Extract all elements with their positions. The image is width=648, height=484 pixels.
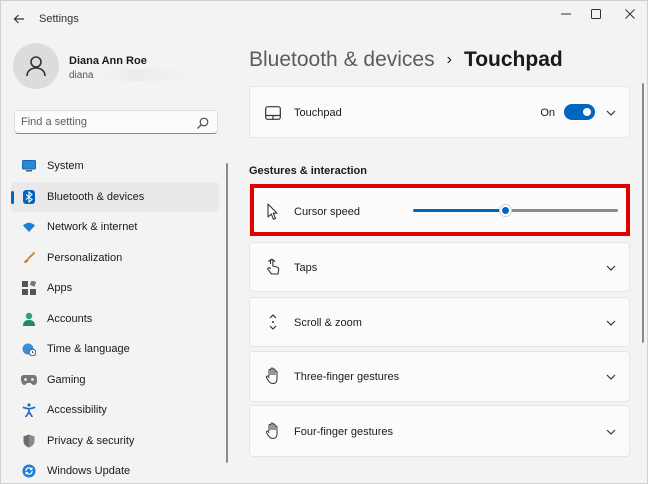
breadcrumb-separator: › bbox=[446, 51, 452, 68]
sidebar-item-label: Time & language bbox=[47, 343, 130, 356]
gamepad-icon bbox=[21, 372, 37, 388]
sidebar-item-label: Apps bbox=[47, 282, 73, 295]
monitor-icon bbox=[21, 158, 37, 174]
search-box[interactable] bbox=[14, 110, 218, 134]
back-button[interactable] bbox=[9, 10, 29, 28]
four-finger-gestures-card[interactable]: Four-finger gestures bbox=[249, 405, 630, 457]
update-icon bbox=[21, 463, 37, 479]
page-title: Touchpad bbox=[463, 48, 563, 71]
cursor-icon bbox=[264, 203, 282, 221]
sidebar-item-label: Personalization bbox=[47, 251, 123, 264]
globe-clock-icon bbox=[21, 341, 37, 357]
back-arrow-icon bbox=[13, 14, 24, 24]
chevron-down-icon[interactable] bbox=[605, 371, 617, 383]
wifi-icon bbox=[21, 219, 37, 235]
sidebar-item-label: Accessibility bbox=[47, 404, 107, 417]
sidebar-item-accounts[interactable]: Accounts bbox=[11, 304, 219, 335]
search-icon[interactable] bbox=[196, 116, 210, 130]
user-email: diana bbox=[69, 70, 94, 81]
sidebar-item-apps[interactable]: Apps bbox=[11, 273, 219, 304]
sidebar-item-label: Network & internet bbox=[47, 221, 138, 234]
sidebar-item-accessibility[interactable]: Accessibility bbox=[11, 395, 219, 426]
sidebar-item-label: Gaming bbox=[47, 373, 86, 386]
chevron-down-icon[interactable] bbox=[605, 426, 617, 438]
three-finger-gestures-card[interactable]: Three-finger gestures bbox=[249, 351, 630, 402]
person-icon bbox=[26, 56, 46, 77]
touchpad-icon bbox=[264, 104, 282, 122]
avatar bbox=[13, 43, 59, 89]
user-profile[interactable]: Diana Ann Roe diana bbox=[13, 43, 213, 93]
shield-icon bbox=[21, 433, 37, 449]
window-title: Settings bbox=[39, 13, 79, 25]
apps-icon bbox=[21, 280, 37, 296]
cursor-speed-label: Cursor speed bbox=[294, 206, 361, 218]
accessibility-icon bbox=[21, 402, 37, 418]
sidebar-item-label: Windows Update bbox=[47, 465, 131, 478]
minimize-button[interactable] bbox=[551, 5, 581, 23]
sidebar-item-windows-update[interactable]: Windows Update bbox=[11, 456, 219, 484]
scroll-zoom-label: Scroll & zoom bbox=[294, 317, 362, 329]
slider-thumb-center bbox=[502, 207, 509, 214]
sidebar-item-personalization[interactable]: Personalization bbox=[11, 243, 219, 274]
sidebar-item-label: System bbox=[47, 160, 84, 173]
toggle-state-text: On bbox=[540, 107, 555, 119]
sidebar-item-time-language[interactable]: Time & language bbox=[11, 334, 219, 365]
brush-icon bbox=[21, 250, 37, 266]
chevron-down-icon[interactable] bbox=[605, 107, 617, 119]
taps-label: Taps bbox=[294, 262, 318, 274]
sidebar-item-system[interactable]: System bbox=[11, 151, 219, 182]
sidebar-item-label: Accounts bbox=[47, 312, 93, 325]
tap-icon bbox=[264, 258, 282, 276]
sidebar-item-privacy-security[interactable]: Privacy & security bbox=[11, 426, 219, 457]
scroll-zoom-card[interactable]: Scroll & zoom bbox=[249, 297, 630, 347]
four-finger-gestures-label: Four-finger gestures bbox=[294, 426, 394, 438]
close-icon bbox=[625, 9, 635, 19]
hand-icon bbox=[264, 367, 282, 385]
cursor-speed-slider-track[interactable] bbox=[505, 209, 618, 212]
maximize-button[interactable] bbox=[581, 5, 611, 23]
touchpad-toggle[interactable] bbox=[564, 104, 595, 120]
bluetooth-icon bbox=[21, 189, 37, 205]
title-bar: Settings bbox=[1, 1, 647, 37]
section-title: Gestures & interaction bbox=[249, 165, 367, 177]
sidebar-item-label: Privacy & security bbox=[47, 434, 135, 447]
sidebar-item-gaming[interactable]: Gaming bbox=[11, 365, 219, 396]
chevron-down-icon[interactable] bbox=[605, 262, 617, 274]
search-input[interactable] bbox=[21, 114, 191, 130]
three-finger-gestures-label: Three-finger gestures bbox=[294, 371, 400, 383]
cursor-speed-slider-filled[interactable] bbox=[413, 209, 505, 212]
email-redaction bbox=[100, 69, 192, 81]
touchpad-label: Touchpad bbox=[294, 107, 342, 119]
minimize-icon bbox=[561, 13, 571, 15]
sidebar-item-bluetooth-devices[interactable]: Bluetooth & devices bbox=[11, 181, 219, 212]
chevron-down-icon[interactable] bbox=[605, 317, 617, 329]
taps-card[interactable]: Taps bbox=[249, 242, 630, 292]
cursor-speed-slider-thumb[interactable] bbox=[499, 204, 512, 217]
sidebar-scrollbar[interactable] bbox=[226, 163, 228, 463]
toggle-knob bbox=[583, 108, 591, 116]
scroll-icon bbox=[264, 313, 282, 331]
hand-icon bbox=[264, 422, 282, 440]
breadcrumb: Bluetooth & devices › Touchpad bbox=[249, 45, 563, 75]
maximize-icon bbox=[591, 9, 601, 19]
main-scrollbar[interactable] bbox=[642, 83, 644, 343]
settings-window: Settings Diana Ann Roe diana System bbox=[0, 0, 648, 484]
person-icon bbox=[21, 311, 37, 327]
breadcrumb-parent[interactable]: Bluetooth & devices bbox=[249, 48, 435, 72]
touchpad-card[interactable]: Touchpad On bbox=[249, 86, 630, 138]
sidebar-item-network[interactable]: Network & internet bbox=[11, 212, 219, 243]
sidebar-nav: System Bluetooth & devices Network & int… bbox=[11, 151, 219, 484]
user-name: Diana Ann Roe bbox=[69, 55, 147, 67]
sidebar-item-label: Bluetooth & devices bbox=[47, 190, 145, 203]
close-button[interactable] bbox=[615, 5, 645, 23]
